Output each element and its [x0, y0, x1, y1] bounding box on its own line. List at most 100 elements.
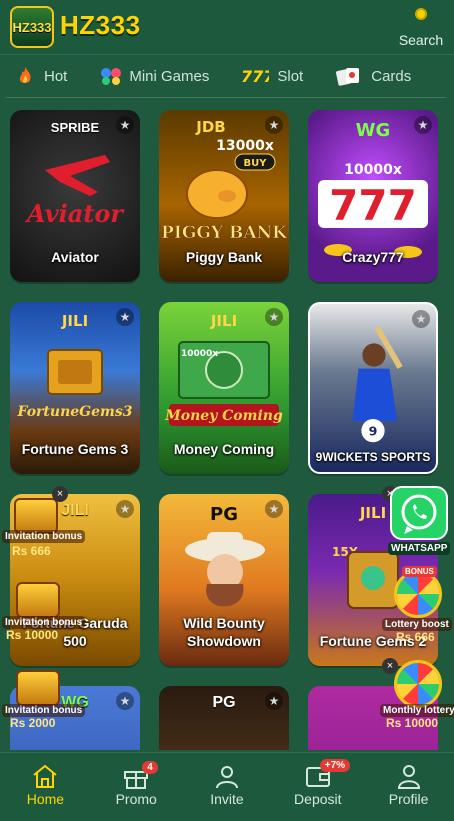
nav-profile[interactable]: Profile	[363, 753, 454, 821]
game-title: Money Coming	[173, 441, 275, 457]
game-card[interactable]: SPRIBE Aviator Aviator ★	[10, 110, 140, 282]
invitation-bonus-amount: Rs 10000	[6, 628, 59, 642]
game-card[interactable]: JILI FortuneGems3 Fortune Gems 3 ★	[10, 302, 140, 474]
search-icon	[415, 8, 427, 20]
svg-text:10000x: 10000x	[181, 349, 218, 359]
svg-text:9: 9	[369, 423, 378, 438]
favorite-star-icon[interactable]: ★	[412, 310, 430, 328]
game-card[interactable]: PG ★	[159, 686, 289, 750]
invitation-bonus-amount: Rs 666	[12, 544, 51, 558]
wallet-icon: +7%	[304, 759, 351, 789]
nav-label: Promo	[115, 791, 157, 807]
nav-label: Deposit	[294, 791, 342, 807]
treasure-chest-icon	[14, 498, 58, 534]
svg-text:PIGGY BANK: PIGGY BANK	[161, 223, 288, 243]
invite-icon	[213, 763, 241, 789]
tab-mini-games[interactable]: Mini Games	[99, 66, 209, 86]
game-title: Wild Bounty Showdown	[183, 615, 265, 649]
app-logo[interactable]: HZ333	[10, 6, 54, 48]
svg-text:JDB: JDB	[195, 118, 225, 136]
lottery-boost-amount: Rs 666	[396, 630, 435, 644]
svg-text:10000x: 10000x	[344, 162, 402, 178]
top-header: HZ333 HZ333 Search	[0, 0, 454, 55]
tab-cards[interactable]: Cards	[335, 66, 411, 86]
lottery-boost-widget[interactable]: BONUS Lottery boost Rs 666	[382, 564, 454, 646]
favorite-star-icon[interactable]: ★	[116, 116, 134, 134]
nav-deposit[interactable]: +7% Deposit	[272, 753, 363, 821]
tab-label: Cards	[371, 67, 412, 85]
nav-label: Home	[26, 791, 65, 807]
nav-label: Profile	[388, 791, 429, 807]
close-icon[interactable]: ×	[52, 486, 68, 502]
treasure-chest-icon	[16, 582, 60, 618]
monthly-lottery-widget[interactable]: Monthly lottery Rs 10000	[378, 656, 454, 732]
whatsapp-label: WHATSAPP	[388, 542, 451, 555]
slot-777-icon: 777	[241, 66, 275, 86]
tabs-divider	[6, 97, 446, 98]
brand-name: HZ333	[60, 10, 141, 40]
favorite-star-icon[interactable]: ★	[414, 116, 432, 134]
game-card[interactable]: WG 10000x 777 Crazy777 ★	[308, 110, 438, 282]
invitation-bonus-amount: Rs 2000	[10, 716, 56, 730]
svg-text:Money Coming: Money Coming	[164, 408, 283, 424]
nav-invite[interactable]: Invite	[182, 753, 273, 821]
favorite-star-icon[interactable]: ★	[265, 692, 283, 710]
svg-text:PG: PG	[210, 504, 238, 525]
tab-label: Hot	[44, 67, 68, 85]
game-title: Aviator	[51, 249, 99, 265]
treasure-chest-icon	[16, 670, 60, 706]
tab-hot[interactable]: Hot	[14, 66, 67, 86]
favorite-star-icon[interactable]: ★	[116, 308, 134, 326]
svg-text:13000x: 13000x	[216, 138, 274, 154]
tab-label: Slot	[277, 67, 304, 85]
lottery-wheel-icon	[394, 570, 442, 618]
game-card[interactable]: JILI 10000x Money Coming Money Coming ★	[159, 302, 289, 474]
favorite-star-icon[interactable]: ★	[116, 500, 134, 518]
game-title: Crazy777	[342, 249, 404, 265]
bottom-nav: Home 4 Promo Invite +7% Deposit Profile	[0, 752, 454, 821]
category-tabs: Hot Mini Games 777 Slot Cards	[0, 56, 454, 96]
nav-promo[interactable]: 4 Promo	[91, 753, 182, 821]
lottery-bonus-tag: BONUS	[402, 566, 437, 577]
whatsapp-widget[interactable]: WHATSAPP	[386, 484, 452, 556]
whatsapp-icon	[390, 486, 448, 540]
invitation-bonus-widget[interactable]: Invitation bonus Rs 10000	[2, 582, 86, 642]
svg-text:BUY: BUY	[244, 158, 268, 169]
invitation-bonus-widget[interactable]: Invitation bonus Rs 666	[2, 492, 86, 562]
profile-icon	[395, 763, 423, 789]
svg-text:JILI: JILI	[210, 312, 237, 330]
monthly-lottery-amount: Rs 10000	[386, 716, 439, 730]
svg-text:JILI: JILI	[359, 504, 386, 522]
nav-label: Invite	[210, 791, 244, 807]
game-title: Piggy Bank	[185, 249, 263, 265]
favorite-star-icon[interactable]: ★	[116, 692, 134, 710]
search-button[interactable]: Search	[396, 6, 446, 48]
lottery-wheel-icon	[394, 660, 442, 708]
favorite-star-icon[interactable]: ★	[265, 116, 283, 134]
deposit-badge: +7%	[319, 759, 351, 772]
gift-icon: 4	[122, 761, 158, 789]
game-title: 9WICKETS SPORTS	[315, 450, 431, 464]
game-card[interactable]: PG Wild Bounty Showdown ★	[159, 494, 289, 666]
svg-text:JILI: JILI	[61, 312, 88, 330]
invitation-bonus-widget[interactable]: Invitation bonus Rs 2000	[2, 668, 86, 730]
svg-text:777: 777	[329, 181, 417, 230]
tab-slot[interactable]: 777 Slot	[241, 66, 303, 86]
cards-icon	[335, 66, 363, 86]
favorite-star-icon[interactable]: ★	[265, 500, 283, 518]
svg-text:FortuneGems3: FortuneGems3	[17, 404, 133, 420]
svg-text:777: 777	[241, 67, 269, 86]
game-grid: SPRIBE Aviator Aviator ★ JDB 13000x BUY …	[10, 110, 440, 750]
mini-games-icon	[99, 66, 122, 86]
game-card[interactable]: JDB 13000x BUY PIGGY BANK Piggy Bank ★	[159, 110, 289, 282]
svg-text:WG: WG	[356, 120, 391, 141]
flame-icon	[14, 66, 36, 86]
home-icon	[31, 763, 59, 789]
favorite-star-icon[interactable]: ★	[265, 308, 283, 326]
9wickets-art: 9	[352, 325, 403, 443]
game-title: Fortune Gems 3	[21, 441, 129, 457]
game-card[interactable]: 9 9WICKETS SPORTS ★	[308, 302, 438, 474]
nav-home[interactable]: Home	[0, 753, 91, 821]
tab-label: Mini Games	[129, 67, 210, 85]
invitation-bonus-label: Invitation bonus	[2, 530, 86, 543]
